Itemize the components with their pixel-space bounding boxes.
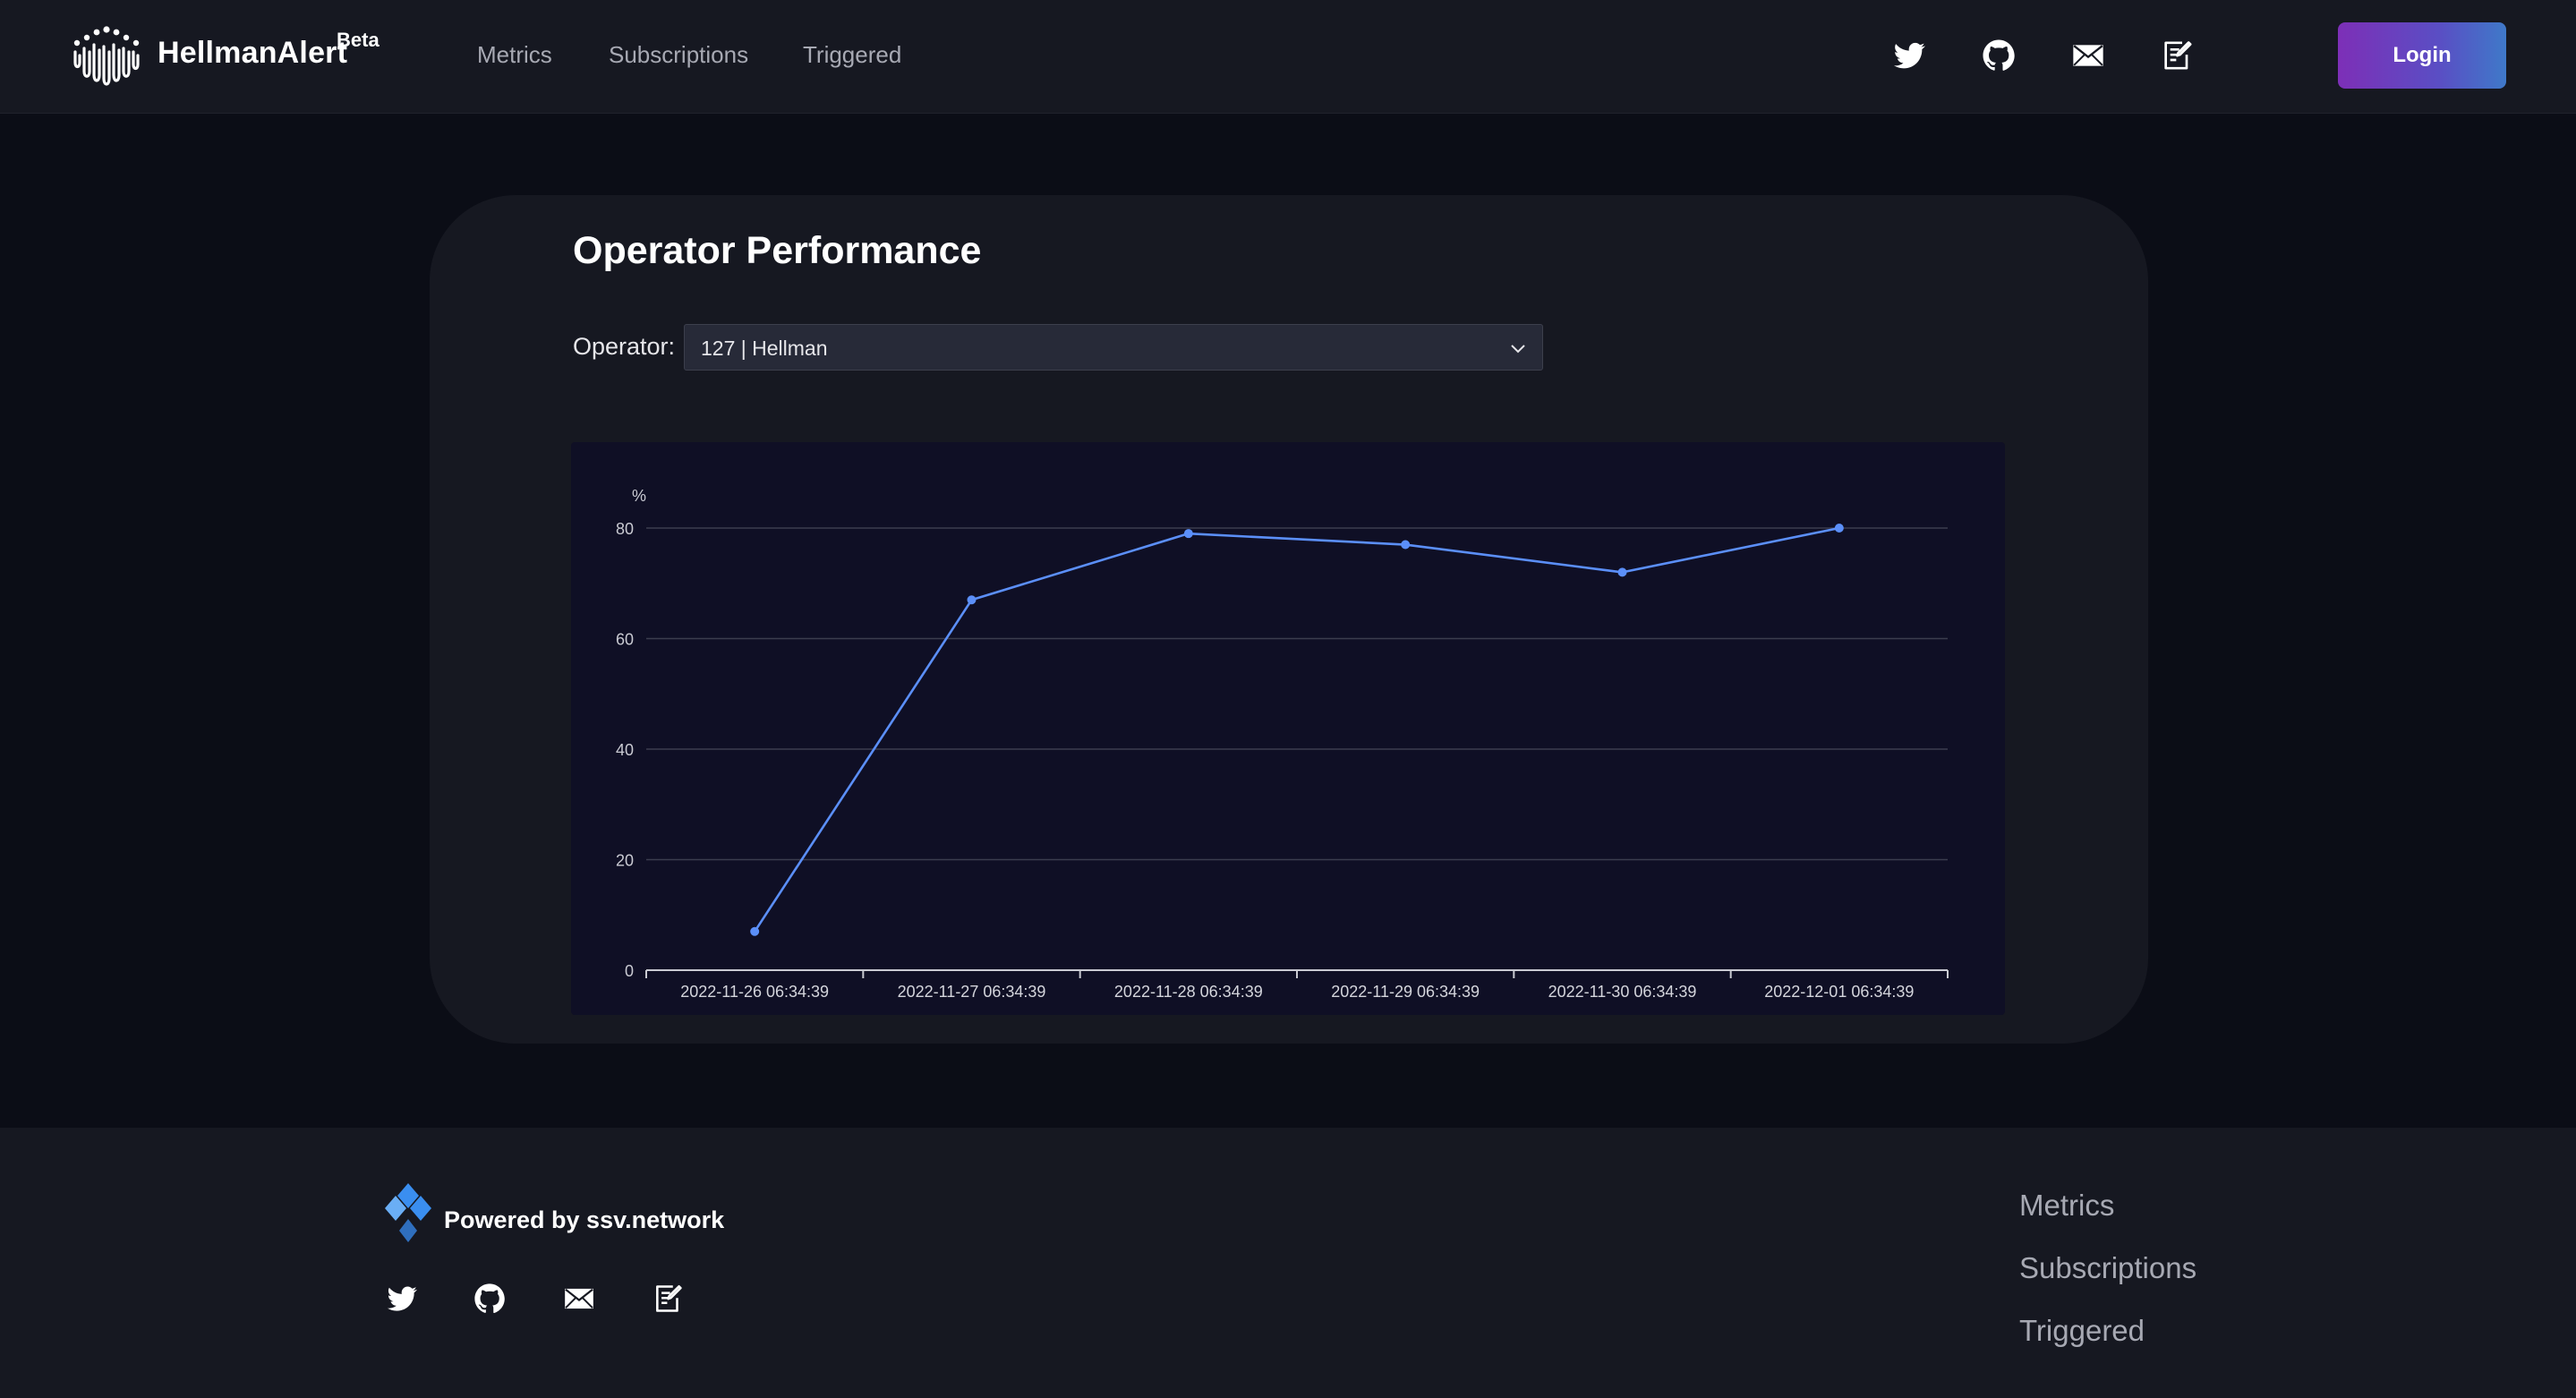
data-point <box>1183 529 1193 539</box>
operator-label: Operator: <box>573 333 676 360</box>
twitter-icon[interactable] <box>1891 38 1927 73</box>
operator-select-value: 127 | Hellman <box>701 337 828 360</box>
notepad-icon[interactable] <box>652 1282 686 1316</box>
ssv-logo-icon[interactable] <box>385 1183 431 1249</box>
y-axis-label: % <box>632 487 646 505</box>
data-point <box>1834 524 1844 533</box>
y-tick-label: 80 <box>616 520 634 538</box>
twitter-icon[interactable] <box>385 1282 419 1316</box>
performance-line-chart: 0 20 40 60 80% 2022-11-26 06:34:39 2022-11-27 … <box>616 487 1949 1001</box>
nav-triggered[interactable]: Triggered <box>803 41 901 69</box>
data-point <box>1617 567 1627 577</box>
y-tick-label: 60 <box>616 631 634 649</box>
github-icon[interactable] <box>1981 38 2017 73</box>
nav-metrics[interactable]: Metrics <box>477 41 552 69</box>
y-tick-label: 40 <box>616 741 634 759</box>
footer-link-metrics[interactable]: Metrics <box>2019 1189 2114 1223</box>
github-icon[interactable] <box>473 1282 507 1316</box>
notepad-icon[interactable] <box>2160 38 2196 73</box>
x-tick-label: 2022-12-01 06:34:39 <box>1764 983 1914 1001</box>
mail-icon[interactable] <box>562 1282 596 1316</box>
x-tick-label: 2022-11-30 06:34:39 <box>1548 983 1697 1001</box>
beta-badge: Beta <box>337 29 380 51</box>
top-navbar: HellmanAlert Beta Metrics Subscriptions … <box>0 0 2576 114</box>
hellmanalert-logo-icon[interactable] <box>70 25 145 88</box>
x-tick-label: 2022-11-27 06:34:39 <box>898 983 1046 1001</box>
x-tick-label: 2022-11-28 06:34:39 <box>1114 983 1263 1001</box>
footer-link-triggered[interactable]: Triggered <box>2019 1314 2145 1348</box>
operator-select[interactable]: 127 | Hellman <box>684 324 1543 371</box>
page-title: Operator Performance <box>573 229 982 272</box>
chevron-down-icon <box>1508 339 1528 359</box>
login-button[interactable]: Login <box>2338 22 2506 89</box>
data-point <box>967 595 977 605</box>
footer-link-subscriptions[interactable]: Subscriptions <box>2019 1251 2196 1285</box>
x-tick-label: 2022-11-29 06:34:39 <box>1331 983 1480 1001</box>
series-line <box>754 526 1840 933</box>
performance-chart: 0 20 40 60 80% 2022-11-26 06:34:39 2022-11-27 … <box>571 442 2005 1015</box>
powered-by-text[interactable]: Powered by ssv.network <box>444 1206 724 1234</box>
y-tick-label: 0 <box>625 962 634 980</box>
mail-icon[interactable] <box>2070 38 2106 73</box>
nav-subscriptions[interactable]: Subscriptions <box>609 41 748 69</box>
data-point <box>1401 540 1411 550</box>
x-tick-label: 2022-11-26 06:34:39 <box>680 983 829 1001</box>
y-tick-label: 20 <box>616 852 634 870</box>
brand-name[interactable]: HellmanAlert <box>158 36 347 71</box>
data-point <box>750 926 760 936</box>
